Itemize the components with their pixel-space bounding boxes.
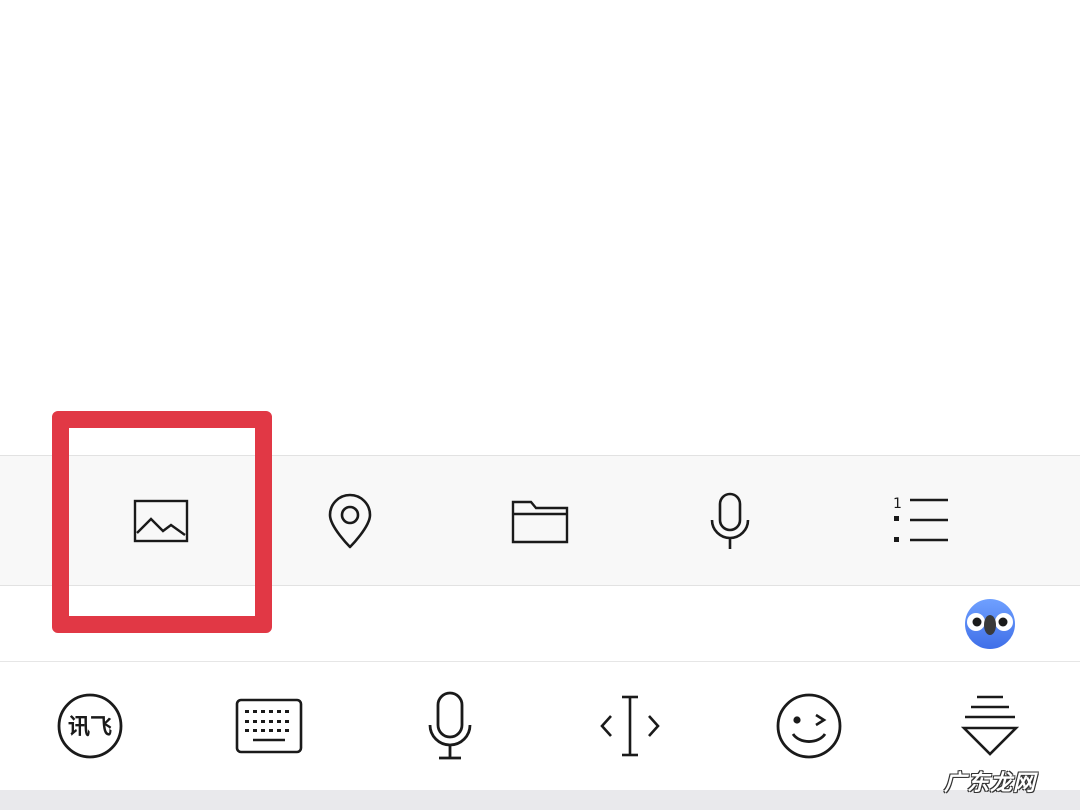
cursor-move-button[interactable] — [580, 684, 680, 768]
voice-button[interactable] — [675, 456, 785, 585]
candidate-bar — [0, 586, 1080, 662]
assistant-button[interactable] — [962, 596, 1018, 652]
keyboard-area-edge — [0, 790, 1080, 810]
keyboard-button[interactable] — [219, 684, 319, 768]
cursor-move-icon — [600, 695, 660, 757]
ifly-logo-icon: 讯飞 — [57, 693, 123, 759]
keyboard-icon — [235, 698, 303, 754]
screen: 1 讯飞 广东龙网 — [0, 0, 1080, 810]
wink-emoji-icon — [776, 693, 842, 759]
list-number-one: 1 — [893, 496, 902, 512]
collapse-keyboard-icon — [961, 695, 1019, 756]
collapse-keyboard-button[interactable] — [940, 684, 1040, 768]
microphone-icon — [710, 492, 750, 549]
ifly-logo-button[interactable]: 讯飞 — [40, 684, 140, 768]
watermark: 广东龙网 — [944, 770, 1037, 796]
voice-input-button[interactable] — [400, 684, 500, 768]
bird-assistant-icon — [965, 599, 1015, 649]
list-button[interactable]: 1 — [865, 456, 975, 585]
file-button[interactable] — [485, 456, 595, 585]
microphone-icon — [428, 691, 472, 760]
emoji-button[interactable] — [759, 684, 859, 768]
folder-icon — [511, 500, 569, 543]
attachment-toolbar: 1 — [0, 455, 1080, 586]
ifly-logo-text: 讯飞 — [68, 715, 112, 740]
content-area[interactable] — [0, 0, 1080, 455]
location-button[interactable] — [295, 456, 405, 585]
keyboard-toolbar: 讯飞 — [0, 662, 1080, 790]
image-icon — [133, 499, 189, 542]
image-button[interactable] — [106, 456, 216, 585]
numbered-list-icon: 1 — [893, 496, 948, 542]
location-pin-icon — [328, 493, 372, 548]
